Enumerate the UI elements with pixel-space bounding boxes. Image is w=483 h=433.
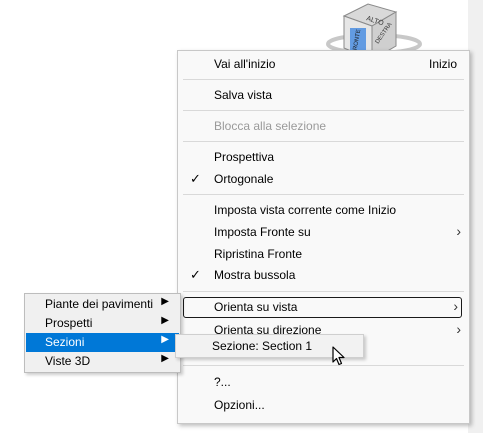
- menu-item-label: Ripristina Fronte: [214, 247, 303, 261]
- triangle-right-icon: ▶: [161, 353, 169, 364]
- submenu-item-prospetti[interactable]: Prospetti ▶: [26, 314, 179, 333]
- triangle-right-icon: ▶: [161, 296, 169, 307]
- menu-item-blocca-selezione: Blocca alla selezione: [178, 116, 469, 137]
- menu-separator: [183, 141, 464, 142]
- menu-item-label: Prospettiva: [214, 150, 275, 164]
- triangle-right-icon: ▶: [161, 334, 169, 345]
- menu-separator: [183, 291, 464, 292]
- menu-separator: [183, 365, 464, 366]
- menu-item-vai-inizio[interactable]: Vai all'inizio Inizio: [178, 54, 469, 75]
- menu-item-prospettiva[interactable]: Prospettiva: [178, 147, 469, 168]
- context-menu: Vai all'inizio Inizio Salva vista Blocca…: [177, 50, 470, 424]
- submenu-item-label: Viste 3D: [45, 354, 91, 368]
- submenu-item-label: Sezioni: [45, 335, 85, 349]
- menu-item-label: Orienta su vista: [214, 300, 298, 314]
- menu-item-label: Imposta Fronte su: [214, 225, 311, 239]
- menu-separator: [183, 194, 464, 195]
- menu-item-opzioni[interactable]: Opzioni...: [178, 395, 469, 416]
- menu-item-salva-vista[interactable]: Salva vista: [178, 85, 469, 106]
- chevron-right-icon: ›: [456, 321, 461, 337]
- chevron-right-icon: ›: [456, 223, 461, 239]
- menu-item-imposta-vista-inizio[interactable]: Imposta vista corrente come Inizio: [178, 200, 469, 221]
- checkmark-icon: ✓: [190, 267, 201, 282]
- submenu-item-label: Prospetti: [45, 316, 93, 330]
- submenu-item-viste-3d[interactable]: Viste 3D ▶: [26, 352, 179, 371]
- submenu-item-label: Piante dei pavimenti: [45, 297, 154, 311]
- menu-item-label: Imposta vista corrente come Inizio: [214, 203, 397, 217]
- menu-item-orienta-vista[interactable]: Orienta su vista ›: [183, 297, 462, 318]
- mouse-pointer-icon: [332, 346, 345, 366]
- submenu-item-piante[interactable]: Piante dei pavimenti ▶: [26, 295, 179, 314]
- shortcut-label: Inizio: [428, 57, 457, 71]
- menu-item-ortogonale[interactable]: ✓ Ortogonale: [178, 169, 469, 190]
- menu-separator: [183, 79, 464, 80]
- menu-item-label: Mostra bussola: [214, 268, 296, 282]
- menu-item-imposta-fronte[interactable]: Imposta Fronte su ›: [178, 222, 469, 243]
- menu-item-label: ?...: [214, 375, 231, 389]
- checkmark-icon: ✓: [190, 171, 201, 186]
- menu-separator: [183, 110, 464, 111]
- submenu-view-categories: Piante dei pavimenti ▶ Prospetti ▶ Sezio…: [24, 293, 181, 373]
- menu-item-mostra-bussola[interactable]: ✓ Mostra bussola: [178, 265, 469, 286]
- submenu-item-section-1[interactable]: Sezione: Section 1: [212, 339, 312, 353]
- window-edge-strip: [468, 0, 483, 433]
- triangle-right-icon: ▶: [161, 315, 169, 326]
- menu-item-label: Vai all'inizio: [214, 57, 276, 71]
- menu-item-help[interactable]: ?...: [178, 372, 469, 393]
- chevron-right-icon: ›: [453, 298, 458, 314]
- menu-item-label: Salva vista: [214, 88, 273, 102]
- menu-item-label: Ortogonale: [214, 172, 274, 186]
- submenu-item-sezioni[interactable]: Sezioni ▶: [26, 333, 179, 352]
- menu-item-label: Opzioni...: [214, 398, 265, 412]
- menu-item-label: Blocca alla selezione: [214, 119, 327, 133]
- menu-item-ripristina-fronte[interactable]: Ripristina Fronte: [178, 244, 469, 265]
